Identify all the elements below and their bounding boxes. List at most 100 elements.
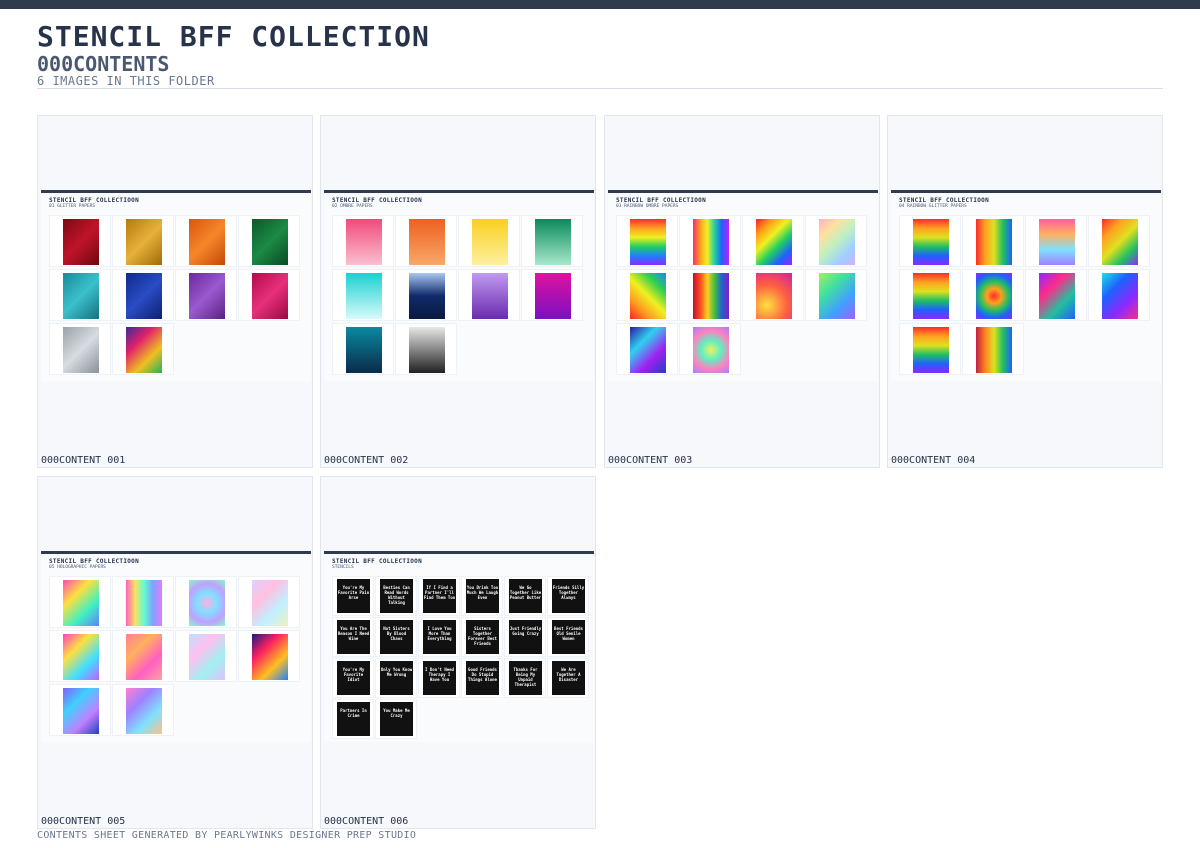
paper-swatch — [472, 273, 508, 319]
paper-swatch-cell — [1088, 269, 1150, 321]
paper-swatch — [472, 219, 508, 265]
stencil-cell: I Don't Need Therapy I Have You — [418, 658, 460, 698]
content-card-label: 000CONTENT 001 — [41, 455, 126, 466]
top-bar — [0, 0, 1200, 9]
stencil-design: You're My Favorite Idiot — [337, 661, 370, 695]
paper-swatch — [1039, 273, 1075, 319]
paper-swatch-cell — [1025, 215, 1087, 267]
paper-swatch — [913, 219, 949, 265]
paper-swatch-cell — [962, 215, 1024, 267]
paper-swatch — [63, 688, 99, 734]
paper-swatch-cell — [1088, 215, 1150, 267]
stencil-design: Sisters Together Forever Best Friends — [466, 620, 499, 654]
paper-swatch — [189, 580, 225, 626]
stencil-cell: We Go Together Like Peanut Butter — [504, 576, 546, 616]
paper-swatch — [630, 219, 666, 265]
paper-swatch — [1102, 219, 1138, 265]
paper-swatch-cell — [521, 269, 583, 321]
paper-swatch — [976, 327, 1012, 373]
page-header: STENCIL BFF COLLECTION 000CONTENTS 6 IMA… — [37, 22, 1163, 88]
page-subtitle: 000CONTENTS — [37, 52, 170, 76]
stencil-design: You Make Me Crazy — [380, 702, 413, 736]
stencil-design: Besties Can Read Words Without Talking — [380, 579, 413, 613]
paper-swatch-cell — [112, 323, 174, 375]
stencil-design: Best Friends Old Senile Women — [552, 620, 585, 654]
stencil-design: We Go Together Like Peanut Butter — [509, 579, 542, 613]
paper-swatch — [126, 688, 162, 734]
paper-swatch-cell — [679, 215, 741, 267]
thumbnail-subtitle: 02 OMBRE PAPERS — [332, 204, 373, 209]
paper-swatch — [252, 580, 288, 626]
paper-swatch — [252, 219, 288, 265]
stencil-cell: You're My Favorite Pain Arse — [332, 576, 374, 616]
paper-swatch — [819, 273, 855, 319]
paper-swatch — [1039, 219, 1075, 265]
thumbnail-title: STENCIL BFF COLLECTIOON — [616, 197, 706, 204]
paper-swatch-cell — [458, 269, 520, 321]
paper-swatch-cell — [112, 269, 174, 321]
paper-swatch-cell — [332, 323, 394, 375]
content-card-label: 000CONTENT 005 — [41, 816, 126, 827]
paper-swatch — [630, 273, 666, 319]
paper-swatch — [63, 634, 99, 680]
paper-swatch-cell — [1025, 269, 1087, 321]
stencil-cell: You Drink Too Much We Laugh Even — [461, 576, 503, 616]
stencil-cell: Good Friends Do Stupid Things Alone — [461, 658, 503, 698]
contents-sheet-thumbnail: STENCIL BFF COLLECTIOON 05 HOLOGRAPHIC PA… — [41, 551, 311, 742]
paper-swatch — [409, 219, 445, 265]
stencil-design: If I Find a Partner I'll Find Them Too — [423, 579, 456, 613]
paper-swatch-cell — [49, 215, 111, 267]
paper-swatch-cell — [616, 215, 678, 267]
stencil-design: Partners In Crime — [337, 702, 370, 736]
contents-sheet-thumbnail: STENCIL BFF COLLECTIOON 04 RAINBOW GLITTE… — [891, 190, 1161, 381]
paper-swatch-cell — [616, 269, 678, 321]
thumbnail-subtitle: 05 HOLOGRAPHIC PAPERS — [49, 565, 106, 570]
stencil-cell: We Are Together A Disaster — [547, 658, 589, 698]
content-card[interactable]: STENCIL BFF COLLECTIOON 03 RAINBOW OMBRE … — [604, 115, 880, 468]
page-title: STENCIL BFF COLLECTION — [37, 20, 430, 53]
paper-swatch-cell — [521, 215, 583, 267]
stencil-design: Good Friends Do Stupid Things Alone — [466, 661, 499, 695]
thumbnail-title: STENCIL BFF COLLECTIOON — [49, 558, 139, 565]
page-footer: CONTENTS SHEET GENERATED BY PEARLYWINKS … — [37, 830, 417, 841]
stencil-design: Just Friendly Going Crazy — [509, 620, 542, 654]
content-card[interactable]: STENCIL BFF COLLECTIOON 04 RAINBOW GLITTE… — [887, 115, 1163, 468]
paper-swatch-cell — [899, 215, 961, 267]
stencil-cell: Sisters Together Forever Best Friends — [461, 617, 503, 657]
stencil-cell: You're My Favorite Idiot — [332, 658, 374, 698]
paper-swatch — [756, 219, 792, 265]
paper-swatch — [693, 219, 729, 265]
thumbnail-subtitle: 03 RAINBOW OMBRE PAPERS — [616, 204, 679, 209]
paper-swatch — [346, 273, 382, 319]
paper-swatch — [913, 327, 949, 373]
stencil-cell: You Are The Reason I Need Wine — [332, 617, 374, 657]
paper-swatch — [63, 273, 99, 319]
paper-swatch-cell — [458, 215, 520, 267]
paper-swatch-cell — [175, 576, 237, 628]
paper-swatch — [409, 273, 445, 319]
content-card[interactable]: STENCIL BFF COLLECTIOON 05 HOLOGRAPHIC PA… — [37, 476, 313, 829]
contents-sheet-thumbnail: STENCIL BFF COLLECTIOON 03 RAINBOW OMBRE … — [608, 190, 878, 381]
paper-swatch — [693, 273, 729, 319]
paper-swatch-cell — [805, 215, 867, 267]
paper-swatch — [409, 327, 445, 373]
content-card-label: 000CONTENT 002 — [324, 455, 409, 466]
content-card[interactable]: STENCIL BFF COLLECTIOON 02 OMBRE PAPERS 00… — [320, 115, 596, 468]
paper-swatch — [1102, 273, 1138, 319]
content-card[interactable]: STENCIL BFF COLLECTIOON STENCILS You're My… — [320, 476, 596, 829]
paper-swatch-cell — [742, 269, 804, 321]
paper-swatch — [63, 219, 99, 265]
paper-swatch-cell — [899, 269, 961, 321]
stencil-design: I Don't Need Therapy I Have You — [423, 661, 456, 695]
paper-swatch-cell — [679, 323, 741, 375]
stencil-cell: Best Friends Old Senile Women — [547, 617, 589, 657]
stencil-cell: Partners In Crime — [332, 699, 374, 739]
stencil-design: You Drink Too Much We Laugh Even — [466, 579, 499, 613]
thumbnail-subtitle: STENCILS — [332, 565, 354, 570]
thumbnail-subtitle: 04 RAINBOW GLITTER PAPERS — [899, 204, 967, 209]
paper-swatch — [693, 327, 729, 373]
paper-swatch — [126, 327, 162, 373]
content-card[interactable]: STENCIL BFF COLLECTIOON 01 GLITTER PAPERS… — [37, 115, 313, 468]
paper-swatch-cell — [175, 269, 237, 321]
stencil-design: You're My Favorite Pain Arse — [337, 579, 370, 613]
